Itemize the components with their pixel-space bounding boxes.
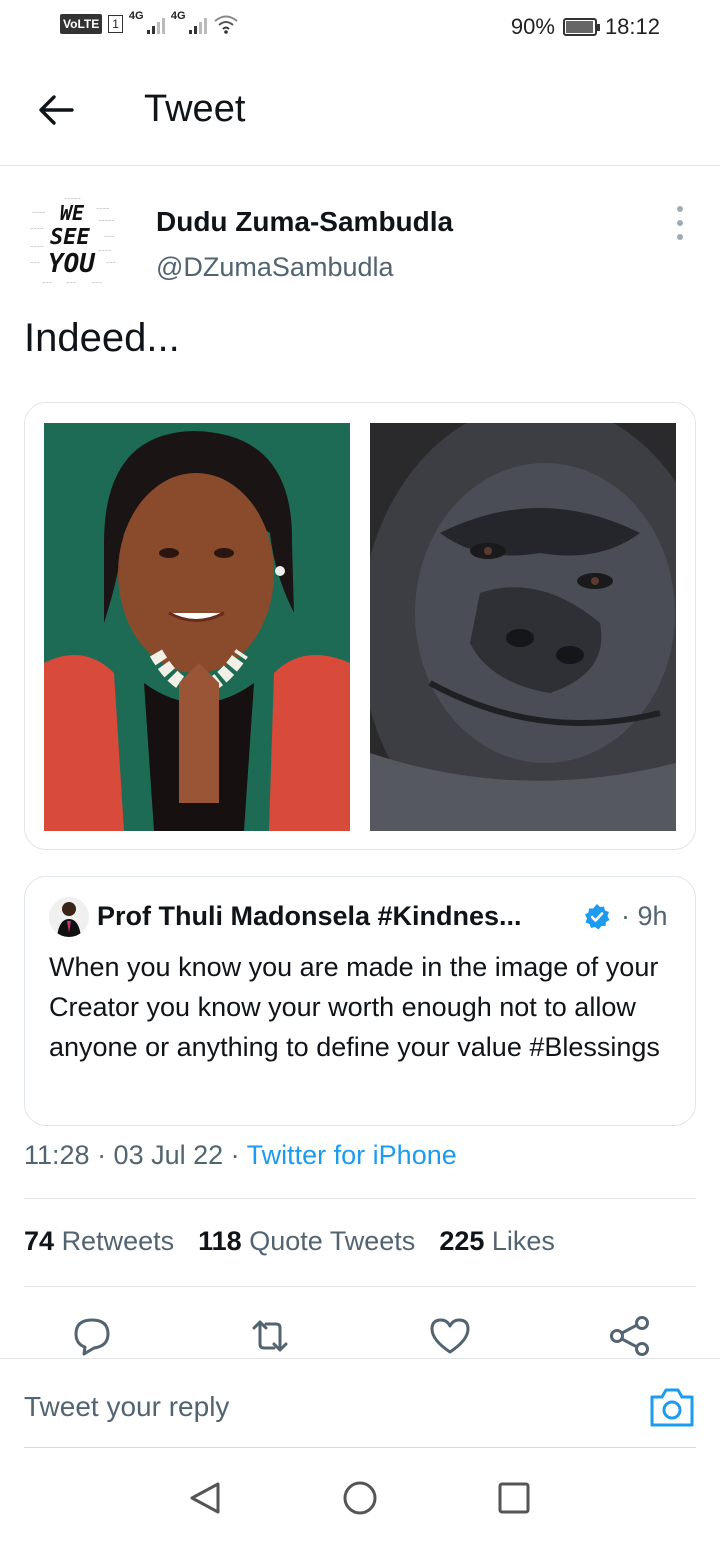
reply-icon	[74, 1318, 110, 1356]
svg-text:~~~~: ~~~~	[30, 244, 43, 249]
nav-home-button[interactable]	[340, 1478, 380, 1518]
page-title: Tweet	[144, 88, 246, 130]
author-name[interactable]: Dudu Zuma-Sambudla	[156, 206, 453, 238]
network-type-1: 4G	[128, 10, 144, 22]
avatar-photo	[49, 897, 89, 937]
signal-icon-2: 4G	[171, 10, 207, 34]
nav-back-button[interactable]	[186, 1478, 226, 1518]
like-icon	[430, 1318, 470, 1354]
media-image-woman[interactable]	[44, 423, 350, 831]
home-circle-icon	[343, 1481, 377, 1515]
quoted-author-avatar	[49, 897, 89, 937]
author-handle[interactable]: @DZumaSambudla	[156, 252, 394, 283]
quoted-author-name: Prof Thuli Madonsela #Kindnes...	[97, 901, 522, 931]
more-options-button[interactable]	[668, 206, 692, 240]
battery-percent: 90%	[510, 14, 555, 39]
network-type-2: 4G	[170, 10, 186, 22]
gorilla-photo	[370, 423, 676, 831]
reply-button[interactable]	[70, 1314, 114, 1358]
more-vertical-icon	[677, 206, 683, 212]
svg-text:~~~: ~~~	[42, 280, 52, 285]
svg-text:~~~~: ~~~~	[32, 210, 45, 215]
status-left: VoLTE 1 4G 4G	[60, 10, 239, 34]
media-card[interactable]	[24, 402, 696, 850]
tweet-stats: 74 Retweets 118 Quote Tweets 225 Likes	[24, 1226, 555, 1257]
clock: 18:12	[604, 14, 660, 39]
camera-button[interactable]	[648, 1385, 696, 1429]
tweet-meta: 11:28 · 03 Jul 22 · Twitter for iPhone	[24, 1140, 457, 1171]
reply-bar: Tweet your reply	[0, 1358, 720, 1449]
svg-text:~~~: ~~~	[66, 280, 76, 285]
likes-stat[interactable]: 225 Likes	[439, 1226, 555, 1257]
retweet-icon	[252, 1320, 288, 1352]
quoted-tweet-text: When you know you are made in the image …	[49, 952, 660, 1062]
svg-text:YOU: YOU	[48, 249, 96, 279]
sim-number: 1	[108, 15, 123, 33]
back-button[interactable]	[34, 88, 78, 132]
divider	[24, 1286, 696, 1287]
svg-text:~~~~: ~~~~	[30, 226, 43, 231]
divider	[24, 1198, 696, 1199]
we-see-you-avatar-image: ~~~~~~~~~~~~~ ~~~~~~~~~~~~ ~~~~~~~~~~~ ~…	[26, 192, 126, 292]
quoted-tweet-card[interactable]: Prof Thuli Madonsela #Kindnes... · 9h Wh…	[24, 876, 696, 1126]
tweet-timestamp: 11:28 · 03 Jul 22 ·	[24, 1140, 247, 1170]
svg-text:WE: WE	[60, 201, 85, 225]
quoted-time: · 9h	[621, 901, 668, 931]
svg-text:~~~: ~~~	[30, 260, 40, 265]
woman-smiling-photo	[44, 423, 350, 831]
like-button[interactable]	[428, 1314, 472, 1358]
top-app-bar: Tweet	[0, 56, 720, 166]
share-button[interactable]	[608, 1314, 652, 1358]
camera-icon	[650, 1388, 694, 1427]
svg-text:~~~~~: ~~~~~	[98, 218, 115, 223]
svg-text:SEE: SEE	[50, 225, 90, 250]
quote-tweets-stat[interactable]: 118 Quote Tweets	[198, 1226, 415, 1257]
svg-text:~~~: ~~~	[104, 234, 114, 239]
retweet-button[interactable]	[248, 1314, 292, 1358]
wifi-icon	[214, 15, 238, 34]
svg-text:~~~~: ~~~~	[96, 206, 109, 211]
reply-input[interactable]: Tweet your reply	[24, 1391, 229, 1423]
share-icon	[610, 1316, 649, 1356]
nav-recents-button[interactable]	[494, 1478, 534, 1518]
svg-text:~~~: ~~~	[106, 260, 116, 265]
svg-text:~~~: ~~~	[92, 280, 102, 285]
system-nav-bar	[0, 1448, 720, 1541]
signal-icon: 4G	[129, 10, 165, 34]
retweets-stat[interactable]: 74 Retweets	[24, 1226, 174, 1257]
media-image-gorilla[interactable]	[370, 423, 676, 831]
back-triangle-icon	[190, 1482, 220, 1514]
battery-icon	[562, 18, 600, 36]
svg-text:~~~~: ~~~~	[98, 248, 111, 253]
status-right: 90% 18:12	[511, 14, 660, 40]
recents-square-icon	[498, 1482, 530, 1514]
arrow-left-icon	[39, 95, 74, 125]
verified-badge-icon	[585, 904, 610, 930]
tweet-text: Indeed...	[24, 316, 180, 360]
author-avatar[interactable]: ~~~~~ ~~~~ ~~~~ ~~~~~ ~~~~ ~~~ ~~~~ ~~~~ ~~~ ~…	[26, 192, 126, 292]
status-bar: VoLTE 1 4G 4G 90% 18:12	[0, 0, 720, 56]
tweet-source-link[interactable]: Twitter for iPhone	[247, 1140, 457, 1170]
volte-badge: VoLTE	[60, 14, 103, 34]
